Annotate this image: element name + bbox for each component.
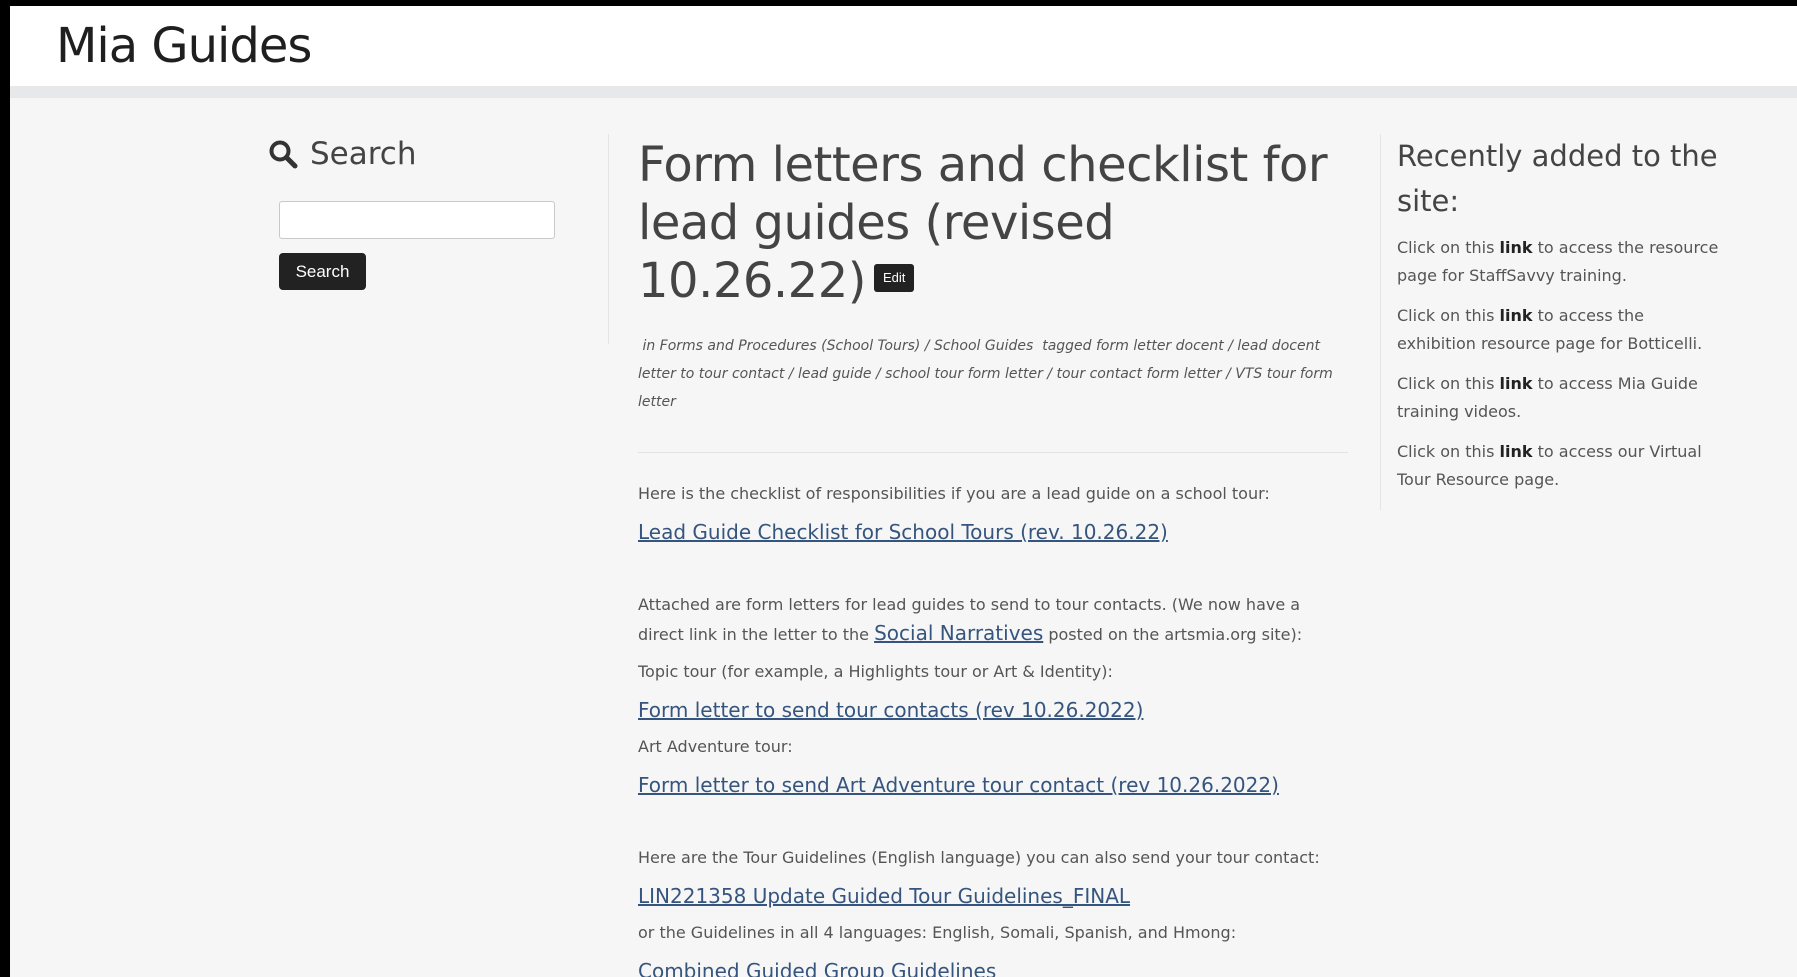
search-heading: Search <box>268 134 608 174</box>
art-adventure-form-link[interactable]: Form letter to send Art Adventure tour c… <box>638 771 1348 799</box>
search-icon <box>269 140 298 169</box>
recent-item-link[interactable]: link <box>1500 374 1533 393</box>
post-title: Form letters and checklist for lead guid… <box>638 136 1348 310</box>
recent-item-text: Click on this <box>1397 306 1495 325</box>
page: Mia Guides Search Search Form letters an… <box>10 6 1797 977</box>
attached-text-end: posted on the artsmia.org site): <box>1048 625 1303 644</box>
search-button[interactable]: Search <box>279 253 366 290</box>
tag-link[interactable]: lead guide <box>798 366 872 382</box>
recent-item-text: Click on this <box>1397 374 1495 393</box>
meta-in-label: in <box>642 338 656 354</box>
guidelines-link[interactable]: LIN221358 Update Guided Tour Guidelines_… <box>638 882 1348 910</box>
recent-item-text: Click on this <box>1397 442 1495 461</box>
recent-item-text: Click on this <box>1397 238 1495 257</box>
recent-item: Click on this link to access our Virtual… <box>1397 438 1725 494</box>
recently-added-title: Recently added to the site: <box>1397 139 1718 218</box>
combined-guidelines-link[interactable]: Combined Guided Group Guidelines <box>638 957 1348 977</box>
category-link[interactable]: School Guides <box>934 338 1033 354</box>
site-title[interactable]: Mia Guides <box>56 14 312 78</box>
recent-item-link[interactable]: link <box>1500 442 1533 461</box>
guidelines-text: Here are the Tour Guidelines (English la… <box>638 848 1320 867</box>
search-sidebar: Search Search <box>268 134 609 344</box>
recent-item: Click on this link to access the exhibit… <box>1397 302 1725 358</box>
post-content: Form letters and checklist for lead guid… <box>638 136 1348 977</box>
languages-text: or the Guidelines in all 4 languages: En… <box>638 923 1237 942</box>
search-input[interactable] <box>279 201 555 239</box>
recent-item: Click on this link to access Mia Guide t… <box>1397 370 1725 426</box>
meta-tagged-label: tagged <box>1042 338 1092 354</box>
recent-item: Click on this link to access the resourc… <box>1397 234 1725 290</box>
category-link[interactable]: Forms and Procedures (School Tours) <box>660 338 921 354</box>
art-adventure-text: Art Adventure tour: <box>638 737 793 756</box>
tag-link[interactable]: tour contact form letter <box>1056 366 1221 382</box>
edit-button[interactable]: Edit <box>873 264 915 292</box>
recent-item-link[interactable]: link <box>1500 238 1533 257</box>
tag-link[interactable]: school tour form letter <box>885 366 1043 382</box>
social-narratives-link[interactable]: Social Narratives <box>874 621 1043 645</box>
checklist-link[interactable]: Lead Guide Checklist for School Tours (r… <box>638 518 1348 546</box>
recently-added-sidebar: Recently added to the site: Click on thi… <box>1380 134 1725 510</box>
post-title-text: Form letters and checklist for lead guid… <box>638 137 1328 309</box>
checklist-intro: Here is the checklist of responsibilitie… <box>638 484 1270 503</box>
topic-tour-form-link[interactable]: Form letter to send tour contacts (rev 1… <box>638 696 1348 724</box>
post-meta: in Forms and Procedures (School Tours) /… <box>638 338 1333 410</box>
site-header: Mia Guides <box>10 6 1797 98</box>
attached-paragraph: Attached are form letters for lead guide… <box>638 590 1348 649</box>
divider <box>638 452 1348 453</box>
topic-tour-text: Topic tour (for example, a Highlights to… <box>638 662 1113 681</box>
tag-link[interactable]: form letter docent <box>1096 338 1224 354</box>
search-heading-label: Search <box>310 136 417 172</box>
recent-item-link[interactable]: link <box>1500 306 1533 325</box>
